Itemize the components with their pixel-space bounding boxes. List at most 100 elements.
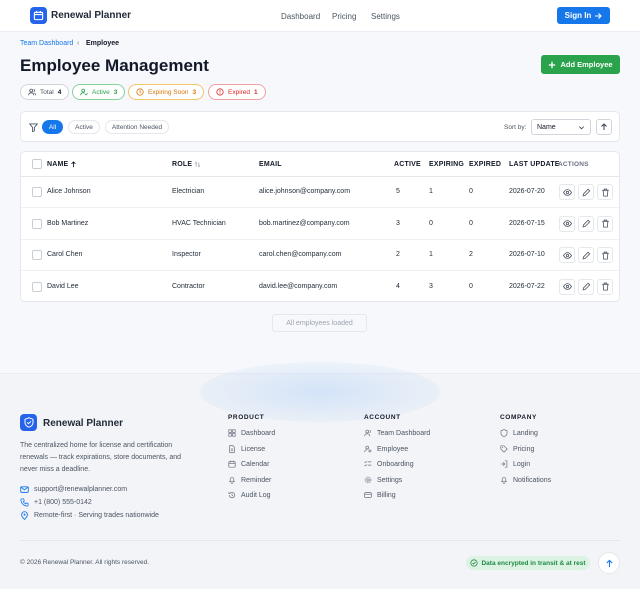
footer-phone[interactable]: +1 (800) 555-0142	[20, 498, 92, 507]
footer-link-employee[interactable]: Employee	[364, 445, 408, 453]
footer-link-label: Calendar	[241, 460, 270, 468]
view-button[interactable]	[559, 184, 575, 200]
breadcrumb-team-dashboard[interactable]: Team Dashboard	[20, 40, 73, 47]
footer-link-label: Login	[513, 460, 531, 468]
view-button[interactable]	[559, 278, 575, 295]
stat-chip-active[interactable]: Active 3	[72, 84, 126, 100]
edit-button[interactable]	[578, 184, 594, 200]
edit-button[interactable]	[578, 278, 594, 295]
cell-last-update: 2026-07-10	[509, 251, 545, 258]
filter-tab-active[interactable]: Active	[68, 120, 100, 134]
nav-dashboard[interactable]: Dashboard	[281, 12, 320, 21]
footer-link-label: Dashboard	[241, 429, 276, 437]
stat-chip-expiring[interactable]: Expiring Soon 3	[128, 84, 205, 100]
breadcrumb-current: Employee	[86, 40, 120, 47]
footer-glow	[200, 362, 440, 422]
chevron-down-icon	[579, 125, 584, 129]
bell-ring-icon	[500, 477, 508, 484]
user-cog-icon	[364, 445, 372, 453]
footer-link-reminder[interactable]: Reminder	[228, 476, 271, 484]
stat-total-label: Total	[40, 88, 54, 96]
stat-expired-label: Expired	[228, 88, 251, 96]
add-employee-button[interactable]: Add Employee	[541, 55, 620, 74]
footer-email[interactable]: support@renewalplanner.com	[20, 485, 127, 494]
trash-icon	[601, 188, 609, 197]
shield-logo-icon	[20, 414, 37, 431]
footer-link-login[interactable]: Login	[500, 460, 530, 468]
stat-total-count: 4	[57, 88, 62, 96]
eye-icon	[562, 220, 572, 227]
cell-email: carol.chen@company.com	[259, 251, 342, 258]
edit-button[interactable]	[578, 215, 594, 232]
footer-link-label: Team Dashboard	[377, 429, 431, 437]
filter-tab-all[interactable]: All	[42, 120, 63, 134]
table-row[interactable]: David Lee Contractor david.lee@company.com…	[21, 272, 619, 302]
view-button[interactable]	[559, 215, 575, 232]
row-checkbox[interactable]	[32, 250, 42, 260]
cell-name: Bob Martinez	[47, 219, 89, 227]
delete-button[interactable]	[597, 184, 613, 200]
pencil-icon	[582, 282, 590, 291]
view-button[interactable]	[559, 247, 575, 263]
footer-link-pricing[interactable]: Pricing	[500, 445, 534, 453]
footer-link-label: Pricing	[513, 445, 535, 453]
trash-icon	[601, 219, 609, 228]
sort-select-value: Name	[537, 123, 556, 131]
nav-settings[interactable]: Settings	[371, 12, 400, 21]
sort-direction-button[interactable]	[596, 119, 612, 135]
footer-link-dashboard[interactable]: Dashboard	[228, 429, 275, 437]
sort-by-label: Sort by:	[504, 124, 527, 131]
row-checkbox[interactable]	[32, 187, 42, 197]
log-in-icon	[500, 460, 508, 468]
footer-link-landing[interactable]: Landing	[500, 429, 538, 437]
cell-expiring: 1	[429, 251, 433, 258]
pencil-icon	[582, 219, 590, 228]
footer-company-title: COMPANY	[500, 414, 537, 421]
column-role[interactable]: ROLE	[172, 161, 201, 168]
calendar-icon	[228, 460, 236, 468]
delete-button[interactable]	[597, 278, 613, 295]
filter-tab-attention-needed[interactable]: Attention Needed	[105, 120, 169, 134]
edit-button[interactable]	[578, 247, 594, 263]
stat-chip-total[interactable]: Total 4	[20, 84, 70, 100]
table-row[interactable]: Bob Martinez HVAC Technician bob.martinez@…	[21, 209, 619, 240]
arrow-up-icon	[605, 559, 613, 567]
footer-link-settings[interactable]: Settings	[364, 476, 402, 484]
stat-expiring-label: Expiring Soon	[148, 88, 189, 96]
footer-link-onboarding[interactable]: Onboarding	[364, 460, 414, 468]
alert-circle-icon	[216, 88, 224, 96]
row-checkbox[interactable]	[32, 218, 42, 229]
footer-link-notifications[interactable]: Notifications	[500, 476, 551, 484]
app-name[interactable]: Renewal Planner	[51, 10, 131, 21]
footer-link-license[interactable]: License	[228, 445, 265, 453]
table-row[interactable]: Alice Johnson Electrician alice.johnson@co…	[21, 177, 619, 208]
stat-chip-expired[interactable]: Expired 1	[208, 84, 266, 100]
delete-button[interactable]	[597, 247, 613, 263]
column-name[interactable]: NAME	[47, 161, 77, 168]
footer-link-label: Billing	[377, 491, 396, 499]
delete-button[interactable]	[597, 215, 613, 232]
stat-expiring-count: 3	[192, 88, 197, 96]
table-row[interactable]: Carol Chen Inspector carol.chen@company.co…	[21, 240, 619, 271]
users-icon	[364, 429, 371, 437]
row-checkbox[interactable]	[32, 281, 42, 292]
column-expired: EXPIRED	[469, 161, 502, 168]
nav-pricing[interactable]: Pricing	[332, 12, 356, 21]
select-all-checkbox[interactable]	[32, 159, 42, 169]
footer-link-audit-log[interactable]: Audit Log	[228, 491, 271, 499]
sort-select[interactable]: Name	[531, 119, 591, 135]
cell-role: HVAC Technician	[172, 219, 226, 227]
copyright: © 2026 Renewal Planner. All rights reser…	[20, 559, 150, 566]
calendar-logo-icon[interactable]	[30, 7, 47, 24]
footer-link-team-dashboard[interactable]: Team Dashboard	[364, 429, 430, 437]
sign-in-button[interactable]: Sign In	[557, 7, 610, 24]
user-check-icon	[80, 88, 88, 96]
footer-description: The centralized home for license and cer…	[20, 442, 182, 473]
cell-expiring: 3	[429, 282, 433, 290]
footer-link-calendar[interactable]: Calendar	[228, 460, 269, 468]
footer-link-billing[interactable]: Billing	[364, 491, 396, 499]
encryption-badge-text: Data encrypted in transit & at rest	[481, 559, 586, 567]
cell-role: Contractor	[172, 282, 205, 290]
back-to-top-button[interactable]	[598, 552, 620, 574]
map-pin-icon	[21, 511, 28, 520]
